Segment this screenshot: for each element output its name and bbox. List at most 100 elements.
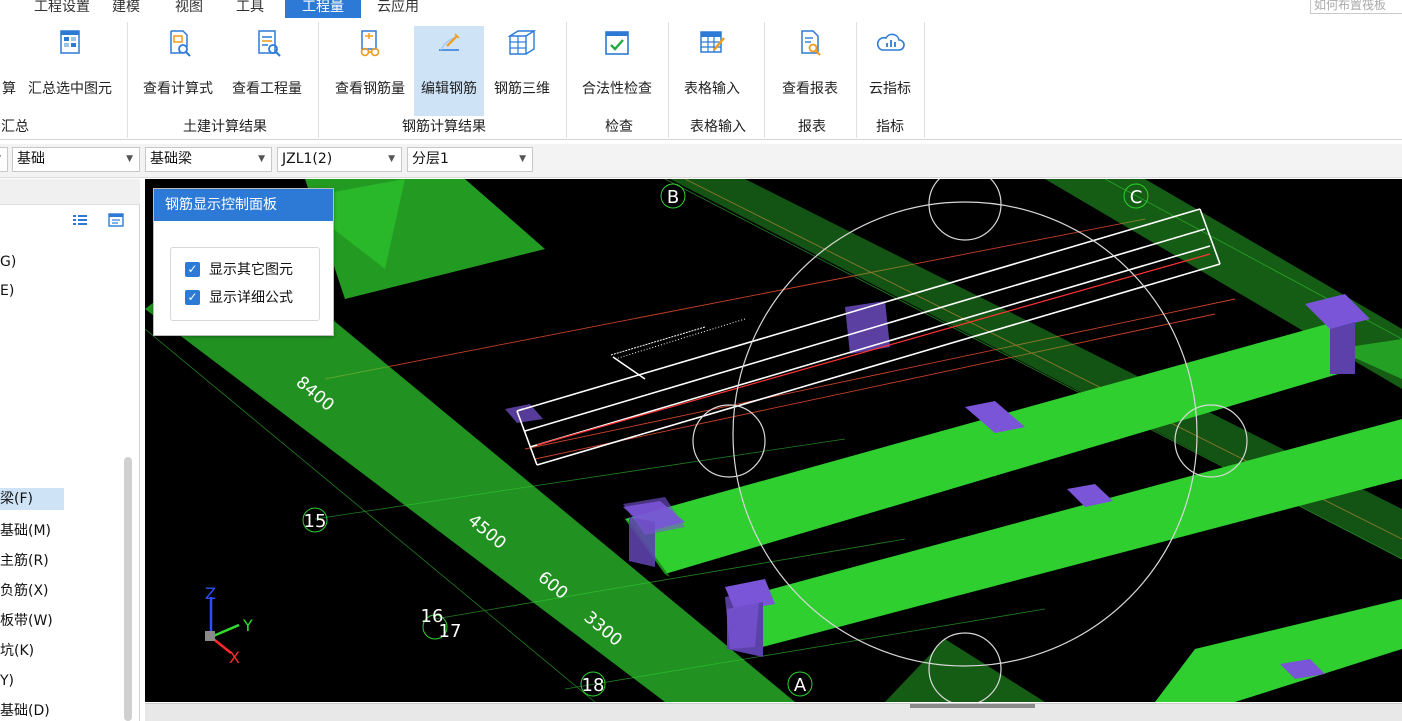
group-summary: 汇总	[1, 119, 29, 135]
floor-select[interactable]: ▼	[0, 147, 8, 172]
view-report-icon	[801, 30, 821, 56]
axis-x-label: X	[229, 648, 240, 667]
validity-check-label: 合法性检查	[582, 81, 652, 97]
list-item-selected[interactable]: 梁(F)	[0, 488, 64, 510]
layer-select[interactable]: 分层1 ▼	[407, 147, 533, 172]
cloud-index-button[interactable]: 云指标	[860, 26, 920, 116]
element-type-select[interactable]: 基础梁 ▼	[145, 147, 272, 172]
cloud-index-label: 云指标	[869, 81, 911, 97]
ribbon-separator	[924, 22, 925, 138]
tab-view[interactable]: 视图	[175, 0, 209, 18]
category-select-value: 基础	[17, 151, 45, 167]
rebar-display-control-panel: 钢筋显示控制面板 ✓ 显示其它图元 ✓ 显示详细公式	[153, 188, 334, 336]
list-item[interactable]: 基础(D)	[0, 700, 50, 721]
control-panel-title: 钢筋显示控制面板	[154, 189, 333, 221]
group-civil-results: 土建计算结果	[183, 119, 267, 135]
list-item[interactable]: G)	[0, 251, 16, 273]
show-other-elements-label: 显示其它图元	[209, 262, 293, 278]
view-formula-icon	[170, 30, 191, 57]
summary-selected-button[interactable]: 汇总选中图元	[22, 26, 118, 116]
ribbon-separator	[127, 22, 128, 138]
detail-view-icon[interactable]	[108, 213, 124, 227]
list-item[interactable]: 坑(K)	[0, 640, 34, 662]
chevron-down-icon: ▼	[258, 154, 265, 164]
table-input-button[interactable]: 表格输入	[676, 26, 748, 116]
table-input-label: 表格输入	[684, 81, 740, 97]
rebar-3d-icon	[507, 30, 537, 55]
ribbon-separator	[566, 22, 567, 138]
left-panel-scrollbar[interactable]	[124, 457, 132, 721]
view-report-button[interactable]: 查看报表	[774, 26, 846, 116]
tab-project-settings[interactable]: 工程设置	[34, 0, 94, 18]
tab-quantity[interactable]: 工程量	[285, 0, 361, 18]
element-type-select-value: 基础梁	[150, 151, 192, 167]
group-check: 检查	[605, 119, 633, 135]
view-quantity-icon	[258, 30, 281, 57]
chevron-down-icon: ▼	[0, 148, 1, 171]
view-formula-button[interactable]: 查看计算式	[138, 26, 218, 116]
rebar-3d-button[interactable]: 钢筋三维	[488, 26, 556, 116]
xyz-axis-gizmo	[205, 597, 240, 654]
checkbox-checked-icon[interactable]: ✓	[185, 290, 200, 305]
viewport-status-strip	[145, 703, 1402, 721]
summary-selected-label: 汇总选中图元	[28, 81, 112, 97]
calc-label: 算	[2, 81, 16, 97]
list-item[interactable]: 板带(W)	[0, 610, 53, 632]
view-quantity-button[interactable]: 查看工程量	[226, 26, 308, 116]
calc-button[interactable]: 算	[0, 26, 18, 116]
group-index: 指标	[876, 119, 904, 135]
axis-label-15: 15	[304, 511, 327, 532]
show-detail-formula-label: 显示详细公式	[209, 290, 293, 306]
element-name-select[interactable]: JZL1(2) ▼	[277, 147, 402, 172]
list-item[interactable]: 基础(M)	[0, 520, 51, 542]
ribbon-separator	[668, 22, 669, 138]
axis-label-17: 17	[439, 621, 462, 642]
menu-bar: 工程设置 建模 视图 工具 工程量 云应用 如何布置筏板	[0, 0, 1402, 18]
annotation-leader	[612, 356, 646, 380]
list-item[interactable]: 主筋(R)	[0, 550, 49, 572]
chevron-down-icon: ▼	[519, 154, 526, 164]
list-item[interactable]: Y)	[0, 670, 14, 692]
group-table-input: 表格输入	[690, 119, 746, 135]
rebar-3d-label: 钢筋三维	[494, 81, 550, 97]
axis-label-b: B	[667, 187, 679, 208]
ribbon-separator	[318, 22, 319, 138]
table-input-icon	[700, 31, 725, 53]
tab-modeling[interactable]: 建模	[112, 0, 146, 18]
cloud-index-icon	[876, 33, 905, 51]
edit-rebar-button[interactable]: 编辑钢筋	[414, 26, 484, 116]
element-name-select-value: JZL1(2)	[282, 151, 333, 167]
axis-label-18: 18	[582, 675, 605, 696]
view-rebar-quantity-label: 查看钢筋量	[335, 81, 405, 97]
checkbox-checked-icon[interactable]: ✓	[185, 262, 200, 277]
chevron-down-icon: ▼	[126, 154, 133, 164]
panel-resize-handle[interactable]	[910, 704, 1035, 708]
group-report: 报表	[798, 119, 826, 135]
list-view-icon[interactable]	[72, 213, 88, 227]
tab-cloud-apps[interactable]: 云应用	[377, 0, 425, 18]
list-item[interactable]: 负筋(X)	[0, 580, 49, 602]
view-formula-label: 查看计算式	[143, 81, 213, 97]
summary-selected-icon	[60, 30, 80, 54]
list-item[interactable]: E)	[0, 280, 14, 302]
view-rebar-quantity-button[interactable]: 查看钢筋量	[328, 26, 412, 116]
control-panel-options: ✓ 显示其它图元 ✓ 显示详细公式	[170, 247, 320, 321]
view-quantity-label: 查看工程量	[232, 81, 302, 97]
left-panel-header	[0, 179, 140, 205]
category-select[interactable]: 基础 ▼	[12, 147, 140, 172]
axis-z-label: Z	[205, 584, 216, 603]
tab-tools[interactable]: 工具	[236, 0, 270, 18]
ribbon-separator	[856, 22, 857, 138]
edit-rebar-label: 编辑钢筋	[421, 81, 477, 97]
axis-label-c: C	[1130, 187, 1143, 208]
view-rebar-quantity-icon	[360, 30, 380, 57]
axis-y-label: Y	[242, 616, 253, 635]
formula-annotation	[610, 318, 746, 360]
view-report-label: 查看报表	[782, 81, 838, 97]
axis-label-a: A	[794, 675, 807, 696]
help-search-input[interactable]: 如何布置筏板	[1310, 0, 1402, 14]
layer-select-value: 分层1	[412, 151, 449, 167]
left-panel: G) E) 梁(F) 基础(M) 主筋(R) 负筋(X) 板带(W) 坑(K) …	[0, 179, 140, 721]
validity-check-button[interactable]: 合法性检查	[574, 26, 660, 116]
ribbon-separator	[764, 22, 765, 138]
